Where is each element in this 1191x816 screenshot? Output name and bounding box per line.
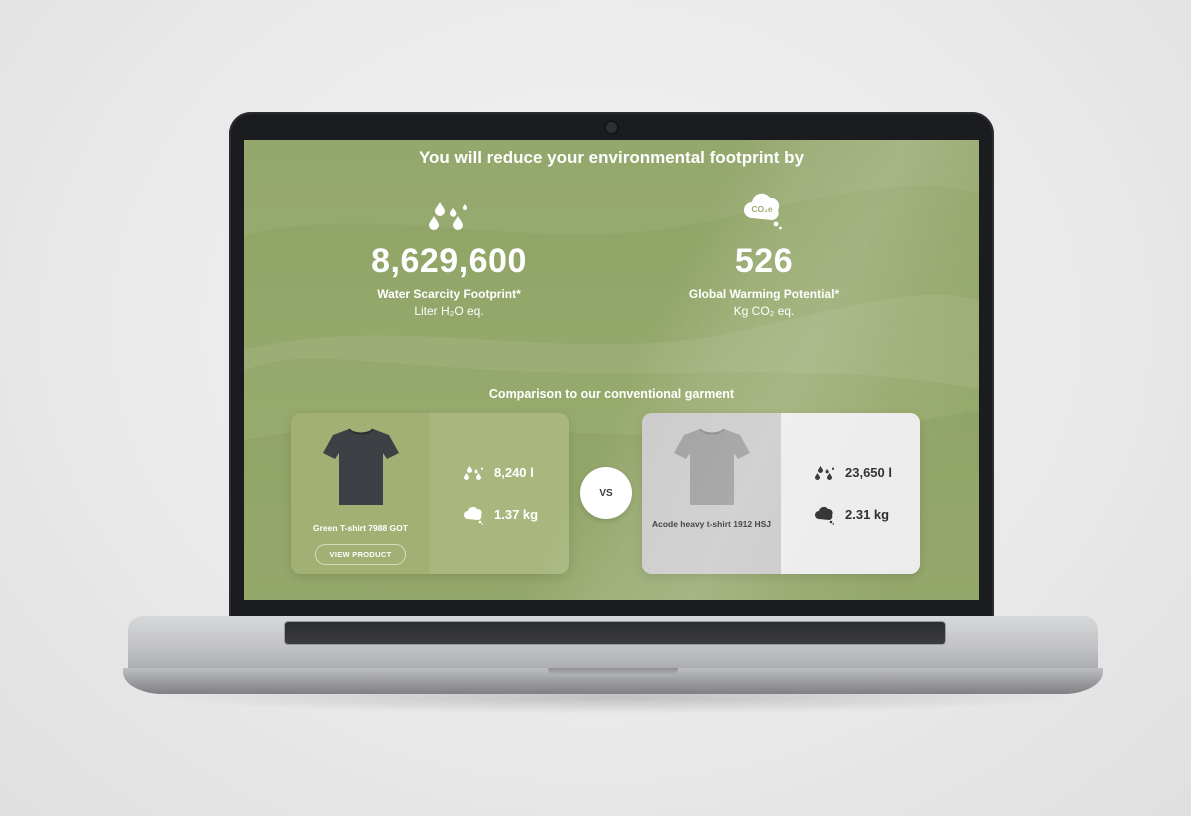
water-drops-icon — [813, 463, 837, 483]
water-metric: 8,629,600 Water Scarcity Footprint* Lite… — [319, 190, 579, 318]
conventional-water-stat: 23,650 l — [813, 463, 920, 483]
eco-water-value: 8,240 l — [494, 465, 534, 480]
view-product-button[interactable]: VIEW PRODUCT — [314, 544, 407, 566]
conventional-water-value: 23,650 l — [845, 465, 892, 480]
conventional-product-card: Acode heavy t-shirt 1912 HSJ 23,650 l 2.… — [642, 413, 920, 574]
conventional-product-stats: 23,650 l 2.31 kg — [781, 413, 920, 574]
conventional-co2-stat: 2.31 kg — [813, 505, 920, 525]
co2-metric: CO₂e 526 Global Warming Potential* Kg CO… — [634, 190, 894, 318]
eco-product-info: Green T-shirt 7988 GOT VIEW PRODUCT — [291, 413, 430, 574]
comparison-title: Comparison to our conventional garment — [488, 387, 735, 401]
eco-product-stats: 8,240 l 1.37 kg — [430, 413, 569, 574]
webcam — [606, 122, 617, 133]
co2-value: 526 — [734, 242, 794, 280]
co2e-cloud-icon: CO₂e — [634, 190, 894, 232]
dark-tshirt-image — [322, 428, 399, 505]
water-drops-icon — [319, 190, 579, 232]
co2-label: Global Warming Potential* — [688, 287, 840, 301]
co2-unit: Kg CO₂ eq. — [733, 304, 795, 318]
eco-co2-value: 1.37 kg — [494, 507, 539, 522]
co2e-cloud-icon — [462, 505, 486, 525]
conventional-product-info: Acode heavy t-shirt 1912 HSJ — [642, 413, 781, 574]
page-headline: You will reduce your environmental footp… — [418, 148, 805, 167]
eco-product-name: Green T-shirt 7988 GOT — [313, 523, 408, 533]
water-label: Water Scarcity Footprint* — [377, 287, 521, 301]
water-drops-icon — [462, 463, 486, 483]
eco-product-card: Green T-shirt 7988 GOT VIEW PRODUCT 8,24… — [291, 413, 569, 574]
svg-text:CO₂e: CO₂e — [751, 204, 773, 214]
eco-co2-stat: 1.37 kg — [462, 505, 569, 525]
water-value: 8,629,600 — [371, 242, 527, 280]
trackpad-notch — [548, 668, 678, 676]
keyboard-strip — [285, 622, 945, 644]
vs-badge: VS — [580, 467, 632, 519]
conventional-product-name: Acode heavy t-shirt 1912 HSJ — [651, 519, 772, 529]
water-unit: Liter H₂O eq. — [414, 304, 484, 318]
laptop-lid: You will reduce your environmental footp… — [229, 112, 994, 622]
eco-water-stat: 8,240 l — [462, 463, 569, 483]
laptop-screen: You will reduce your environmental footp… — [244, 140, 979, 600]
conventional-co2-value: 2.31 kg — [845, 507, 890, 522]
grey-tshirt-image — [673, 428, 750, 505]
co2e-cloud-icon — [813, 505, 837, 525]
